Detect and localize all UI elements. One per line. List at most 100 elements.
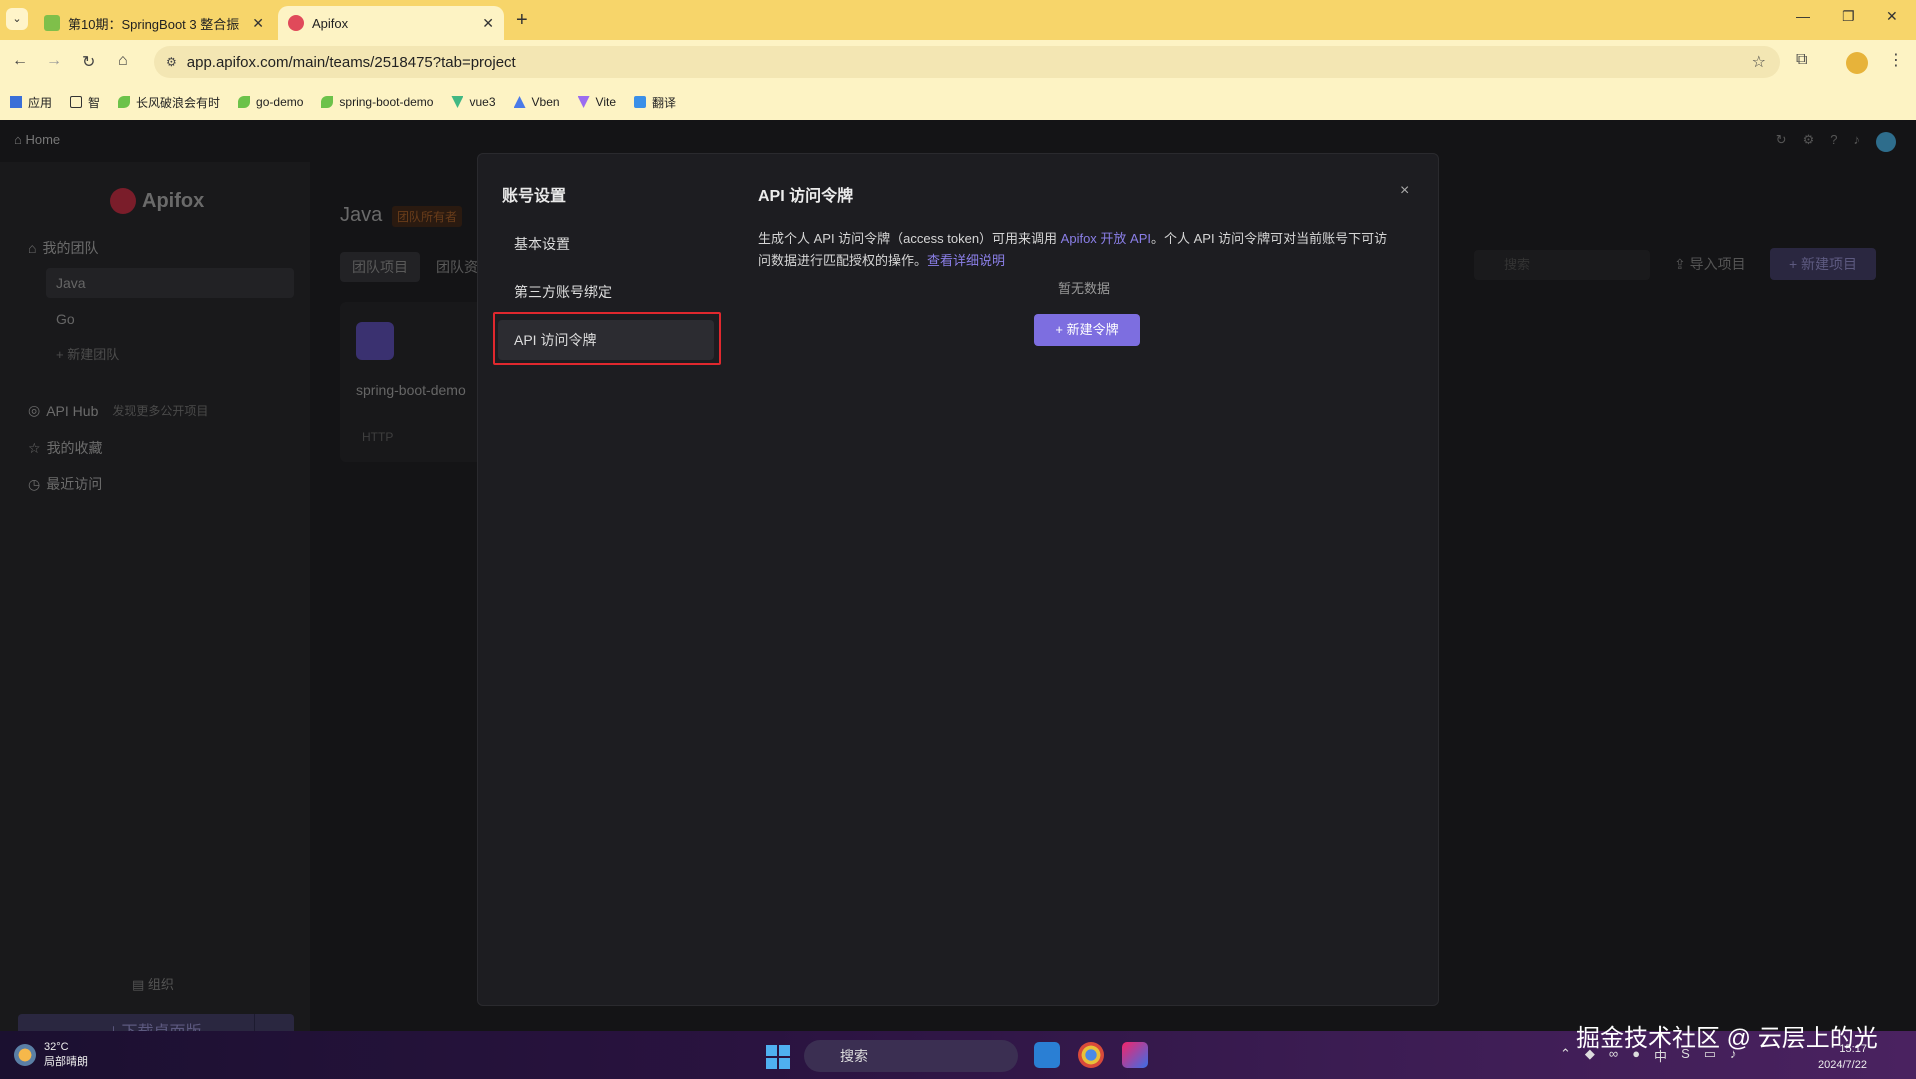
tray-chevron-icon[interactable]: ⌃ [1560,1046,1571,1065]
compass-icon: ◎ [28,402,41,418]
sync-icon[interactable]: ↻ [1776,132,1787,152]
account-settings-modal: 账号设置 基本设置 第三方账号绑定 API 访问令牌 API 访问令牌 × 生成… [477,153,1439,1006]
clock-icon: ◷ [28,475,41,492]
bookmark-label: 智 [88,95,101,110]
temperature: 32°C [44,1041,69,1053]
tab-title: 第10期：SpringBoot 3 整合振 [68,16,240,32]
tab-search-button[interactable]: ⌄ [6,8,28,30]
sidebar-item-team-go[interactable]: Go [46,304,294,334]
tab-close-icon[interactable]: ✕ [482,15,494,32]
star-icon: ☆ [28,439,41,456]
home-link[interactable]: ⌂ Home [14,132,60,147]
tab-close-icon[interactable]: ✕ [252,15,264,32]
project-name: spring-boot-demo [356,382,466,398]
bookmark-apps[interactable]: 应用 [10,94,52,111]
bookmark-star-icon[interactable]: ☆ [1752,52,1766,72]
home-icon[interactable]: ⌂ [118,52,128,70]
home-label: Home [25,132,61,147]
forward-icon[interactable]: → [46,52,62,70]
bookmark-item[interactable]: Vite [577,95,616,109]
new-team-button[interactable]: + 新建团队 [46,340,294,370]
new-tab-button[interactable]: + [516,9,528,32]
reload-icon[interactable]: ↻ [82,52,95,72]
project-search-input[interactable]: 搜索 [1474,250,1650,280]
close-icon[interactable]: × [1400,182,1409,200]
apifox-favicon-icon [288,15,304,31]
vben-icon [513,96,526,108]
weather-icon [14,1044,36,1066]
minimize-icon[interactable]: — [1796,8,1810,24]
intellij-icon[interactable] [1122,1042,1148,1068]
profile-avatar[interactable] [1846,52,1868,74]
bookmark-item[interactable]: vue3 [451,95,496,109]
leaf-icon [238,96,251,108]
bookmark-label: vue3 [469,95,496,109]
chrome-icon[interactable] [1078,1042,1104,1068]
modal-title: API 访问令牌 [758,188,854,205]
bookmarks-bar: 应用 智 长风破浪会有时 go-demo spring-boot-demo vu… [0,84,1916,120]
recent-link[interactable]: ◷ 最近访问 [28,474,102,494]
vue-icon [451,96,464,108]
import-label: 导入项目 [1689,256,1746,272]
restore-icon[interactable]: ❐ [1842,8,1855,25]
extensions-icon[interactable]: ⧉ [1796,51,1807,69]
bookmark-label: 翻译 [652,95,677,110]
browser-tab[interactable]: 第10期：SpringBoot 3 整合振 ✕ [34,6,274,40]
leaf-icon [118,96,131,108]
favorites-link[interactable]: ☆ 我的收藏 [28,438,103,458]
bell-icon[interactable]: ♪ [1854,132,1861,152]
bookmark-item[interactable]: 翻译 [634,94,676,111]
open-api-link[interactable]: Apifox 开放 API [1061,231,1151,246]
bookmark-item[interactable]: go-demo [238,95,303,109]
new-project-button[interactable]: + 新建项目 [1770,248,1876,280]
recent-label: 最近访问 [46,476,103,492]
bookmark-item[interactable]: 长风破浪会有时 [118,94,220,111]
api-hub-subtitle: 发现更多公开项目 [112,404,209,418]
vite-icon [577,96,590,108]
bookmark-folder[interactable]: 智 [70,94,100,111]
browser-tab-active[interactable]: Apifox ✕ [278,6,504,40]
api-hub-label: API Hub [46,402,99,419]
taskbar-search[interactable]: 搜索 [804,1040,1018,1072]
browser-menu-icon[interactable]: ⋮ [1888,50,1904,70]
my-teams-header[interactable]: ⌂ 我的团队 [28,238,98,258]
leaf-icon [321,96,334,108]
bookmark-item[interactable]: Vben [513,95,560,109]
weather-text: 32°C 局部晴朗 [44,1041,88,1069]
details-link[interactable]: 查看详细说明 [927,253,1005,268]
vscode-icon[interactable] [1034,1042,1060,1068]
translate-icon [634,96,647,108]
tab-team-projects[interactable]: 团队项目 [340,252,420,282]
bookmark-item[interactable]: spring-boot-demo [321,95,433,109]
sidebar-item-team-java[interactable]: Java [46,268,294,298]
settings-icon[interactable]: ⚙ [1803,132,1815,152]
empty-state-text: 暂无数据 [1058,281,1111,296]
bookmark-label: go-demo [256,95,304,109]
watermark-text: 掘金技术社区 @ 云层上的光 [1576,1025,1878,1052]
apps-grid-icon [10,96,22,108]
folder-icon [70,96,83,108]
user-avatar[interactable] [1876,132,1896,152]
help-icon[interactable]: ? [1830,132,1837,152]
org-label: 组织 [147,977,174,992]
apifox-logo: Apifox [110,188,204,214]
window-close-icon[interactable]: ✕ [1886,8,1898,25]
modal-sidebar-title: 账号设置 [502,188,567,205]
project-icon [356,322,394,360]
api-hub-link[interactable]: ◎ API Hub 发现更多公开项目 [28,402,208,419]
modal-nav-basic-settings[interactable]: 基本设置 [498,224,714,264]
windows-start-icon[interactable] [766,1045,790,1069]
address-bar-row: ← → ↻ ⌂ ⚙ app.apifox.com/main/teams/2518… [0,40,1916,84]
url-text: app.apifox.com/main/teams/2518475?tab=pr… [186,53,516,71]
back-icon[interactable]: ← [12,52,28,70]
organization-link[interactable]: ▤ 组织 [132,974,174,993]
site-info-icon[interactable]: ⚙ [166,55,177,69]
weather-widget[interactable]: 32°C 局部晴朗 [14,1041,88,1069]
bookmark-label: 长风破浪会有时 [136,95,221,110]
import-project-button[interactable]: ⇪ 导入项目 [1674,254,1746,274]
bookmark-label: spring-boot-demo [339,95,434,109]
url-field[interactable]: ⚙ app.apifox.com/main/teams/2518475?tab=… [154,46,1780,78]
new-token-button[interactable]: + 新建令牌 [1034,314,1140,346]
logo-text: Apifox [142,189,205,212]
modal-nav-third-party-binding[interactable]: 第三方账号绑定 [498,272,714,312]
